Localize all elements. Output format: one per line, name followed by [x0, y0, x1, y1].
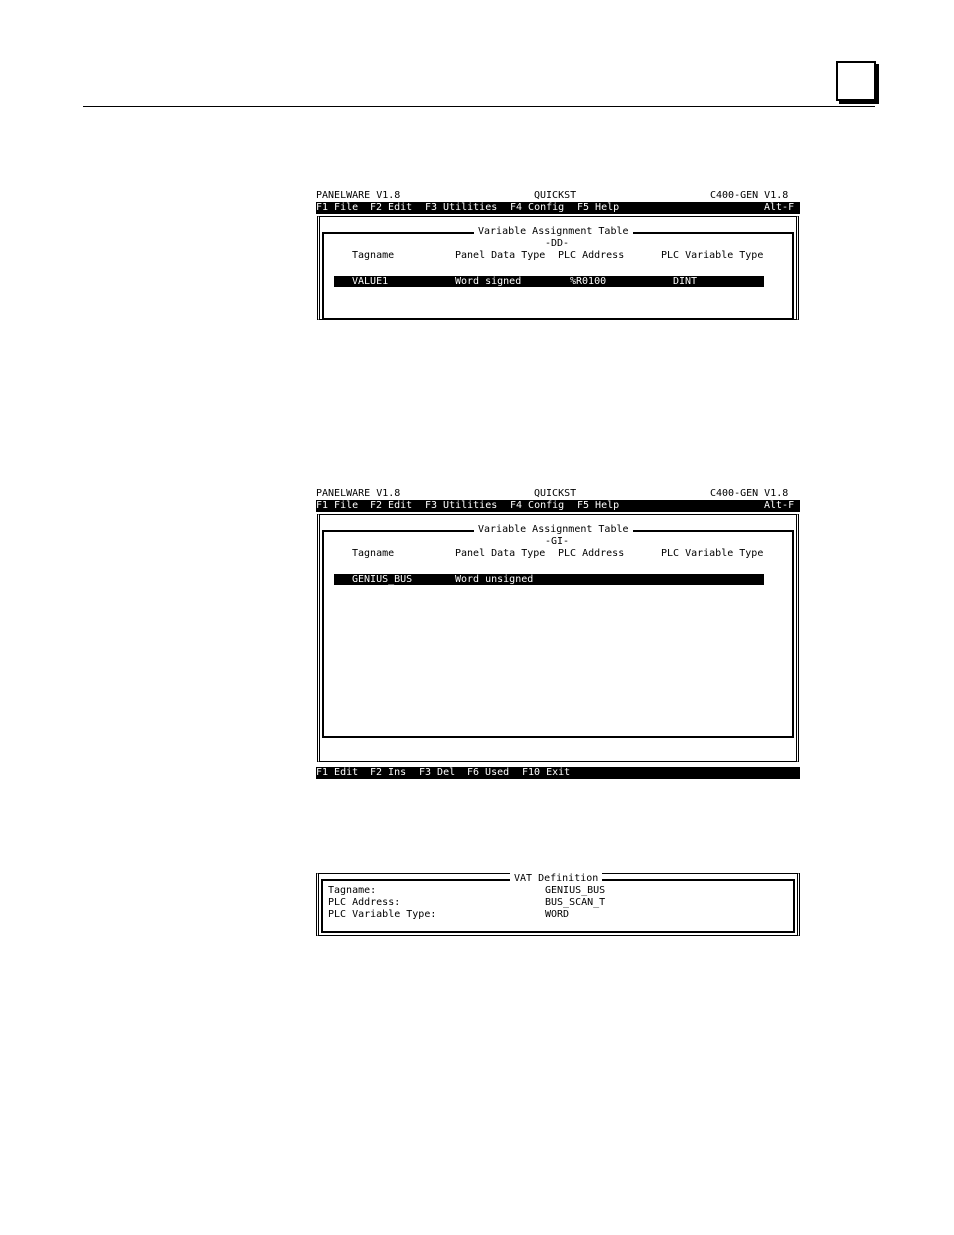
panelware-screen-gi: PANELWARE V1.8 QUICKST C400-GEN V1.8 F1 …	[316, 488, 800, 792]
header-plc-address: PLC Address	[558, 250, 625, 261]
menu-edit[interactable]: F2 Edit	[370, 202, 412, 214]
vat-table-panel	[322, 530, 794, 738]
app-title: PANELWARE V1.8	[316, 488, 401, 499]
cell-panel-data-type: Word signed	[455, 276, 522, 287]
project-name: QUICKST	[534, 190, 577, 201]
menu-help[interactable]: F5 Help	[577, 202, 619, 214]
header-plc-variable-type: PLC Variable Type	[661, 548, 764, 559]
cell-plc-address: %R0100	[570, 276, 607, 287]
table-subtitle: -DD-	[545, 238, 570, 249]
title-bar: PANELWARE V1.8 QUICKST C400-GEN V1.8	[316, 190, 800, 202]
fkey-delete[interactable]: F3 Del	[419, 767, 455, 779]
menu-config[interactable]: F4 Config	[510, 500, 564, 512]
menu-file[interactable]: F1 File	[316, 202, 358, 214]
value-tagname: GENIUS_BUS	[545, 885, 606, 896]
table-subtitle: -GI-	[545, 536, 570, 547]
chapter-tab-marker	[836, 61, 876, 101]
menu-config[interactable]: F4 Config	[510, 202, 564, 214]
menu-shortcut-hint: Alt-F	[764, 500, 795, 511]
vat-definition-dialog: VAT Definition Tagname: GENIUS_BUS PLC A…	[316, 873, 800, 936]
table-title: Variable Assignment Table	[474, 226, 633, 238]
project-name: QUICKST	[534, 488, 577, 499]
menu-utilities[interactable]: F3 Utilities	[425, 202, 497, 214]
dialog-title: VAT Definition	[510, 873, 603, 885]
header-plc-address: PLC Address	[558, 548, 625, 559]
app-title: PANELWARE V1.8	[316, 190, 401, 201]
menu-bar: F1 File F2 Edit F3 Utilities F4 Config F…	[316, 500, 800, 512]
header-panel-data-type: Panel Data Type	[455, 548, 546, 559]
panelware-screen-dd: PANELWARE V1.8 QUICKST C400-GEN V1.8 F1 …	[316, 190, 800, 320]
label-plc-variable-type: PLC Variable Type:	[328, 909, 437, 920]
fkey-edit[interactable]: F1 Edit	[316, 767, 358, 779]
menu-file[interactable]: F1 File	[316, 500, 358, 512]
cell-tagname: GENIUS_BUS	[352, 574, 413, 585]
fkey-used[interactable]: F6 Used	[467, 767, 509, 779]
menu-bar: F1 File F2 Edit F3 Utilities F4 Config F…	[316, 202, 800, 214]
value-plc-variable-type[interactable]: WORD	[545, 909, 569, 921]
menu-shortcut-hint: Alt-F	[764, 202, 795, 213]
fkey-exit[interactable]: F10 Exit	[522, 767, 570, 779]
target-version: C400-GEN V1.8	[710, 190, 789, 201]
table-row[interactable]: GENIUS_BUS Word unsigned	[334, 574, 764, 585]
value-plc-address[interactable]: BUS_SCAN_T	[545, 897, 605, 909]
cell-plc-variable-type: DINT	[673, 276, 698, 287]
fkey-insert[interactable]: F2 Ins	[370, 767, 406, 779]
cell-tagname: VALUE1	[352, 276, 389, 287]
header-plc-variable-type: PLC Variable Type	[661, 250, 764, 261]
function-key-bar: F1 Edit F2 Ins F3 Del F6 Used F10 Exit	[316, 767, 800, 779]
cell-panel-data-type: Word unsigned	[455, 574, 534, 585]
table-row[interactable]: VALUE1 Word signed %R0100 DINT	[334, 276, 764, 287]
menu-edit[interactable]: F2 Edit	[370, 500, 412, 512]
title-bar: PANELWARE V1.8 QUICKST C400-GEN V1.8	[316, 488, 800, 500]
menu-utilities[interactable]: F3 Utilities	[425, 500, 497, 512]
label-tagname: Tagname:	[328, 885, 377, 896]
target-version: C400-GEN V1.8	[710, 488, 789, 499]
header-rule	[83, 106, 875, 107]
label-plc-address: PLC Address:	[328, 897, 401, 908]
table-title: Variable Assignment Table	[474, 524, 633, 536]
menu-help[interactable]: F5 Help	[577, 500, 619, 512]
header-tagname: Tagname	[352, 250, 395, 261]
header-panel-data-type: Panel Data Type	[455, 250, 546, 261]
header-tagname: Tagname	[352, 548, 395, 559]
